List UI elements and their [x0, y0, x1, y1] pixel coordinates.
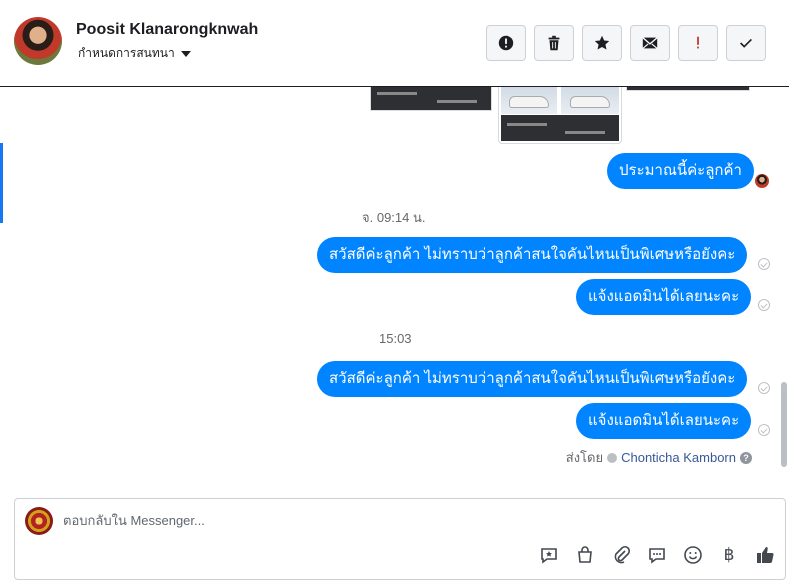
seen-avatar [755, 174, 769, 188]
contact-avatar[interactable] [14, 17, 62, 65]
contact-name[interactable]: Poosit Klanarongknwah [76, 21, 258, 39]
message-bubble[interactable]: ประมาณนี้ค่ะลูกค้า [607, 153, 754, 189]
attachment-icon [614, 545, 631, 564]
composer-tools: ฿ [539, 545, 775, 565]
chat-bubble-icon [649, 548, 665, 564]
shop-icon [578, 546, 592, 563]
mark-unread-button[interactable] [630, 25, 670, 61]
header-actions [486, 25, 766, 61]
message-bubble[interactable]: แจ้งแอดมินได้เลยนะคะ [576, 403, 752, 439]
sent-by-info: ส่งโดย Chonticha Kamborn ? [566, 447, 752, 468]
done-button[interactable] [726, 25, 766, 61]
payment-button[interactable]: ฿ [719, 545, 739, 565]
report-icon [498, 35, 514, 51]
baht-icon: ฿ [723, 545, 735, 564]
message-thread[interactable]: ประมาณนี้ค่ะลูกค้า จ. 09:14 น. สวัสดีค่ะ… [0, 87, 789, 487]
verified-icon [607, 452, 618, 463]
timestamp: จ. 09:14 น. [362, 210, 426, 225]
mail-icon [642, 37, 658, 49]
conversation-label-text: กำหนดการสนทนา [78, 46, 175, 60]
sent-check-icon [758, 258, 770, 270]
check-icon [740, 38, 752, 48]
shop-button[interactable] [575, 545, 595, 565]
exclamation-icon [697, 36, 699, 49]
delete-button[interactable] [534, 25, 574, 61]
chat-bubble-button[interactable] [647, 545, 667, 565]
page-avatar [25, 507, 53, 535]
message-bubble[interactable]: สวัสดีค่ะลูกค้า ไม่ทราบว่าลูกค้าสนใจคันไ… [317, 361, 748, 397]
sender-name-link[interactable]: Chonticha Kamborn [621, 450, 736, 465]
composer: ฿ [14, 498, 786, 580]
star-icon [594, 35, 610, 50]
conversation-label-dropdown[interactable]: กำหนดการสนทนา [78, 44, 191, 63]
trash-icon [548, 35, 560, 51]
thumbs-up-icon [757, 547, 774, 564]
car-listing-image[interactable] [370, 87, 492, 111]
message-bubble[interactable]: แจ้งแอดมินได้เลยนะคะ [576, 279, 752, 315]
sent-check-icon [758, 382, 770, 394]
attach-button[interactable] [611, 545, 631, 565]
caret-down-icon [180, 50, 191, 57]
report-button[interactable] [486, 25, 526, 61]
car-listing-image[interactable] [626, 87, 750, 91]
timestamp: 15:03 [379, 331, 412, 346]
help-icon[interactable]: ? [740, 451, 752, 464]
scrollbar[interactable] [781, 382, 787, 467]
conversation-header: Poosit Klanarongknwah กำหนดการสนทนา [0, 0, 789, 87]
sent-check-icon [758, 424, 770, 436]
flag-button[interactable] [678, 25, 718, 61]
sent-check-icon [758, 299, 770, 311]
thread-accent-bar [0, 143, 3, 223]
star-button[interactable] [582, 25, 622, 61]
saved-reply-button[interactable] [539, 545, 559, 565]
emoji-icon [684, 546, 702, 564]
car-listing-card[interactable] [498, 87, 622, 144]
message-bubble[interactable]: สวัสดีค่ะลูกค้า ไม่ทราบว่าลูกค้าสนใจคันไ… [317, 237, 748, 273]
reply-input[interactable] [63, 513, 753, 528]
saved-reply-icon [541, 548, 557, 564]
emoji-button[interactable] [683, 545, 703, 565]
sent-by-prefix: ส่งโดย [565, 450, 604, 465]
like-button[interactable] [755, 545, 775, 565]
